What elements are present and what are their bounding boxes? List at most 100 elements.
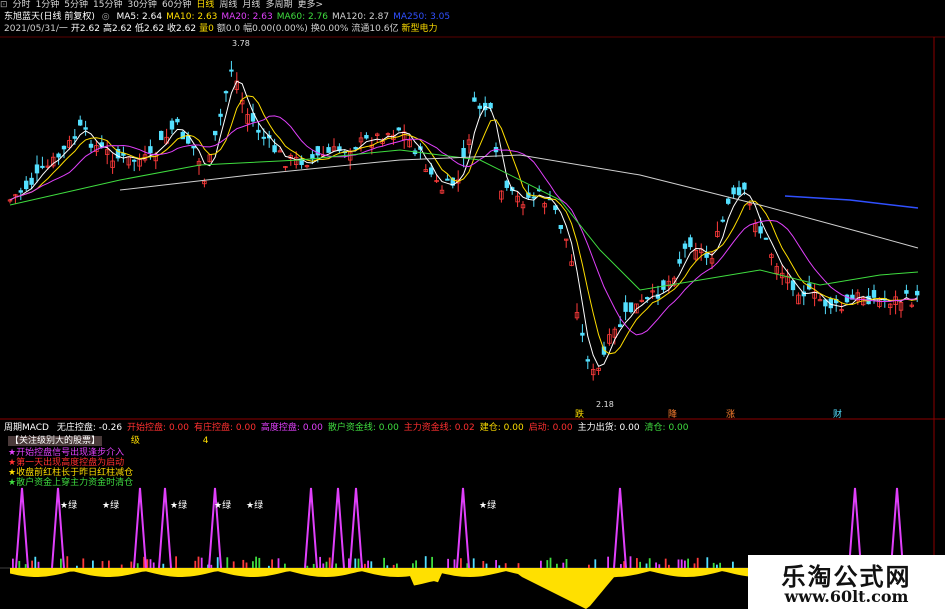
indicator-bar: [719, 562, 721, 568]
control-peak: [15, 487, 29, 569]
candle-body: [461, 147, 466, 158]
indicator-bar: [415, 560, 417, 568]
indicator-bar: [498, 565, 501, 568]
candle-body: [904, 290, 909, 294]
indicator-bar: [370, 561, 373, 568]
candle-body: [218, 113, 223, 117]
indicator-field-0: 无庄控盘: -0.26: [56, 423, 123, 433]
focus-note: 【关注级别大的股票】 级 4: [8, 436, 209, 446]
indicator-bar: [655, 562, 657, 568]
candle-body: [396, 127, 401, 131]
candle-body: [758, 226, 763, 234]
legend-line-1: ★第一天出现高度控盘为启动: [8, 458, 125, 468]
indicator-bar: [216, 557, 219, 568]
indicator-bar: [24, 564, 27, 568]
indicator-bar: [175, 556, 177, 568]
indicator-bar: [66, 556, 69, 568]
indicator-bar: [680, 559, 683, 568]
indicator-field-6: 建仓: 0.00: [479, 423, 524, 433]
star-label-0: ★绿: [60, 499, 77, 511]
indicator-bar: [386, 565, 389, 568]
star-label-4: ★绿: [246, 499, 263, 511]
indicator-bar: [485, 563, 488, 568]
indicator-bar: [620, 564, 622, 568]
candle-body: [445, 178, 450, 181]
indicator-bar: [325, 561, 328, 568]
indicator-bar: [396, 563, 398, 568]
indicator-bar: [210, 564, 213, 568]
indicator-bar: [312, 563, 315, 568]
candle-body: [504, 180, 509, 188]
indicator-bar: [245, 562, 248, 568]
indicator-name[interactable]: 周期MACD: [4, 423, 49, 433]
indicator-bar: [335, 563, 337, 568]
candle-body: [477, 105, 482, 109]
indicator-bar: [716, 564, 718, 568]
high-price-label: 3.78: [232, 39, 250, 48]
signal-marker-3: 财: [833, 408, 842, 420]
star-label-2: ★绿: [170, 499, 187, 511]
candle-body: [915, 290, 920, 296]
indicator-bar: [136, 563, 139, 568]
indicator-bar: [319, 556, 321, 568]
candle-body: [645, 297, 650, 300]
watermark-url: www.60lt.com: [784, 587, 909, 606]
candle-body: [580, 332, 585, 336]
indicator-bar: [328, 557, 331, 568]
indicator-bar: [226, 557, 229, 568]
indicator-field-9: 清仓: 0.00: [644, 423, 689, 433]
indicator-bar: [431, 556, 433, 568]
indicator-bar: [200, 557, 203, 568]
indicator-bar: [37, 561, 40, 568]
kline-chart[interactable]: 跌 降 涨 财 ★绿 ★绿 ★绿 ★绿 ★绿 ★绿: [0, 0, 945, 609]
star-label-1: ★绿: [102, 499, 119, 511]
indicator-bar: [706, 557, 709, 568]
signal-marker-0: 跌: [575, 409, 584, 420]
indicator-bar: [367, 560, 369, 568]
candle-body: [61, 145, 67, 150]
indicator-bar: [76, 565, 78, 568]
indicator-bar: [149, 559, 152, 568]
control-peak: [331, 487, 345, 569]
candle-body: [364, 135, 369, 139]
candle-body: [272, 145, 277, 153]
indicator-field-5: 主力资金线: 0.02: [403, 423, 475, 433]
indicator-bar: [629, 556, 632, 568]
candle-body: [158, 130, 164, 141]
indicator-bar: [242, 559, 245, 568]
indicator-bar: [472, 558, 475, 568]
candle-body: [531, 196, 536, 199]
indicator-bar: [412, 563, 414, 568]
star-label-5: ★绿: [479, 499, 496, 511]
candle-body: [558, 224, 563, 230]
candle-body: [29, 177, 34, 185]
indicator-bar: [232, 561, 235, 568]
indicator-bar: [271, 559, 273, 568]
indicator-bar: [18, 560, 21, 568]
candle-body: [585, 359, 590, 362]
candle-body: [18, 190, 23, 193]
indicator-bar: [424, 556, 427, 568]
legend-line-0: ★开始控盘信号出现逢步介入: [8, 448, 125, 458]
candle-body: [628, 302, 634, 313]
indicator-bar: [284, 563, 286, 568]
indicator-bar: [255, 556, 257, 568]
candle-body: [34, 164, 40, 174]
control-peak: [349, 487, 363, 569]
candle-body: [736, 187, 742, 196]
control-peak: [613, 487, 627, 569]
indicator-bar: [517, 563, 520, 568]
indicator-bar: [108, 560, 110, 568]
candle-body: [472, 97, 477, 102]
candle-body: [731, 187, 736, 195]
indicator-bar: [693, 563, 696, 568]
indicator-bar: [639, 561, 641, 568]
indicator-bar: [588, 564, 590, 568]
indicator-bar: [453, 559, 456, 568]
indicator-bar: [540, 560, 542, 568]
candle-body: [682, 243, 688, 249]
indicator-bar: [120, 564, 123, 568]
candle-body: [229, 69, 234, 72]
indicator-title-bar: 周期MACD 无庄控盘: -0.26 开始控盘: 0.00 有庄控盘: 0.00 高度…: [4, 423, 698, 434]
indicator-bar: [684, 560, 686, 568]
